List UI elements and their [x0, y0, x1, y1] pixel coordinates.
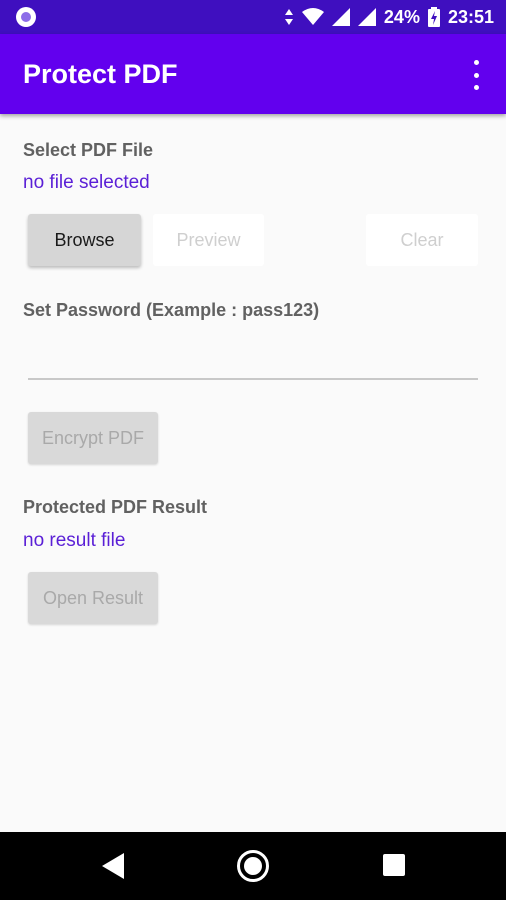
clock: 23:51 — [447, 6, 494, 27]
password-input[interactable] — [28, 334, 482, 378]
select-pdf-label: Select PDF File — [23, 140, 154, 160]
home-icon[interactable] — [237, 850, 269, 882]
result-file-status: no result file — [23, 530, 126, 551]
battery-charging-icon — [427, 7, 440, 27]
selected-file-status: no file selected — [23, 172, 150, 193]
recent-apps-icon[interactable] — [383, 854, 405, 876]
back-icon[interactable] — [100, 852, 126, 880]
encrypt-pdf-button[interactable]: Encrypt PDF — [28, 412, 158, 464]
status-icons: 24% 23:51 — [284, 0, 494, 34]
password-label: Set Password (Example : pass123) — [23, 300, 320, 320]
password-underline — [28, 378, 478, 380]
preview-button[interactable]: Preview — [153, 214, 264, 266]
clear-button[interactable]: Clear — [366, 214, 478, 266]
overflow-menu-icon[interactable] — [468, 60, 484, 90]
app-bar: Protect PDF — [0, 34, 506, 114]
data-arrows-icon — [284, 9, 293, 25]
browse-button[interactable]: Browse — [28, 214, 141, 266]
open-result-button[interactable]: Open Result — [28, 572, 158, 624]
notification-icon — [16, 7, 36, 27]
battery-percent: 24% — [383, 6, 420, 27]
signal-icon — [331, 8, 350, 26]
signal-icon-2 — [357, 8, 376, 26]
status-bar: 24% 23:51 — [0, 0, 506, 34]
result-label: Protected PDF Result — [23, 497, 208, 517]
wifi-icon — [301, 8, 324, 25]
app-title: Protect PDF — [23, 59, 178, 89]
navigation-bar — [0, 832, 506, 900]
